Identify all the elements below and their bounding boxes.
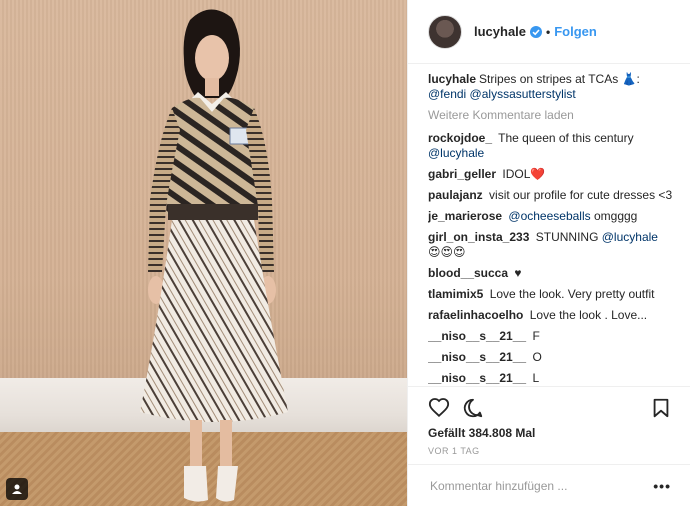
post-timestamp: VOR 1 TAG (428, 446, 480, 456)
comment-mention[interactable]: @lucyhale (428, 146, 484, 160)
load-more-comments-button[interactable]: Weitere Kommentare laden (428, 108, 678, 123)
list-item: gabri_geller IDOL❤️ (428, 167, 678, 182)
comment-text: visit our profile for cute dresses <3 (489, 188, 673, 202)
post-photo[interactable] (0, 0, 407, 506)
comment-text: IDOL (502, 167, 531, 181)
comment-icon[interactable] (462, 397, 484, 419)
caption-username[interactable]: lucyhale (428, 72, 476, 86)
caption-colon: : (636, 72, 640, 86)
caption-text: Stripes on stripes at TCAs (479, 72, 619, 86)
list-item: tlamimix5 Love the look. Very pretty out… (428, 287, 678, 302)
woman-in-striped-dress-figure (140, 9, 288, 502)
comment-username[interactable]: __niso__s__21__ (428, 329, 526, 343)
caption-mention-fendi[interactable]: @fendi (428, 87, 466, 101)
comment-text: ♥ (514, 266, 522, 280)
comment-mention[interactable]: @ocheeseballs (508, 209, 590, 223)
comment-emoji: 😍😍😍 (428, 245, 466, 259)
follow-button[interactable]: Folgen (554, 24, 597, 39)
list-item: paulajanz visit our profile for cute dre… (428, 188, 678, 203)
list-item: rockojdoe_ The queen of this century @lu… (428, 131, 678, 161)
comment-text: O (532, 350, 542, 364)
comment-username[interactable]: girl_on_insta_233 (428, 230, 529, 244)
post-side-panel: lucyhale • Folgen lucyhale Stripes on str… (407, 0, 690, 506)
comment-username[interactable]: je_marierose (428, 209, 502, 223)
comment-username[interactable]: rockojdoe_ (428, 131, 492, 145)
list-item: girl_on_insta_233 STUNNING @lucyhale 😍😍😍 (428, 230, 678, 260)
comment-text: STUNNING (535, 230, 599, 244)
list-item: __niso__s__21__ O (428, 350, 678, 365)
post-header: lucyhale • Folgen (408, 0, 690, 64)
more-options-button[interactable]: ••• (653, 478, 671, 494)
comment-mention[interactable]: @lucyhale (602, 230, 658, 244)
caption: lucyhale Stripes on stripes at TCAs 👗: @f… (428, 72, 678, 102)
user-tag-icon[interactable] (6, 478, 28, 500)
comments-list[interactable]: lucyhale Stripes on stripes at TCAs 👗: @f… (428, 72, 678, 384)
comment-text: F (532, 329, 540, 343)
list-item: rafaelinhacoelho Love the look . Love... (428, 308, 678, 323)
comment-text: L (532, 371, 540, 384)
heart-emoji: ❤️ (530, 167, 546, 181)
bookmark-icon[interactable] (650, 397, 672, 419)
separator-dot: • (546, 24, 551, 39)
add-comment-bar: ••• (408, 464, 690, 506)
comment-username[interactable]: tlamimix5 (428, 287, 483, 301)
comment-input[interactable] (428, 477, 654, 494)
action-bar (408, 386, 690, 426)
comment-username[interactable]: __niso__s__21__ (428, 350, 526, 364)
comment-text: Love the look . Love... (529, 308, 648, 322)
comment-username[interactable]: __niso__s__21__ (428, 371, 526, 384)
list-item: __niso__s__21__ L (428, 371, 678, 384)
comment-text: Love the look. Very pretty outfit (489, 287, 655, 301)
header-username[interactable]: lucyhale (474, 24, 526, 39)
list-item: je_marierose @ocheeseballs omgggg (428, 209, 678, 224)
comment-text: The queen of this century (498, 131, 634, 145)
comment-text: omgggg (593, 209, 638, 223)
comment-username[interactable]: rafaelinhacoelho (428, 308, 523, 322)
likes-count[interactable]: Gefällt 384.808 Mal (428, 426, 535, 440)
avatar[interactable] (428, 14, 462, 49)
caption-emoji: 👗 (621, 72, 637, 86)
comment-username[interactable]: blood__succa (428, 266, 508, 280)
list-item: __niso__s__21__ F (428, 329, 678, 344)
verified-badge-icon (530, 25, 543, 38)
comment-username[interactable]: gabri_geller (428, 167, 496, 181)
comment-username[interactable]: paulajanz (428, 188, 483, 202)
heart-icon[interactable] (428, 397, 450, 419)
caption-mention-stylist[interactable]: @alyssasutterstylist (470, 87, 576, 101)
list-item: blood__succa ♥ (428, 266, 678, 281)
